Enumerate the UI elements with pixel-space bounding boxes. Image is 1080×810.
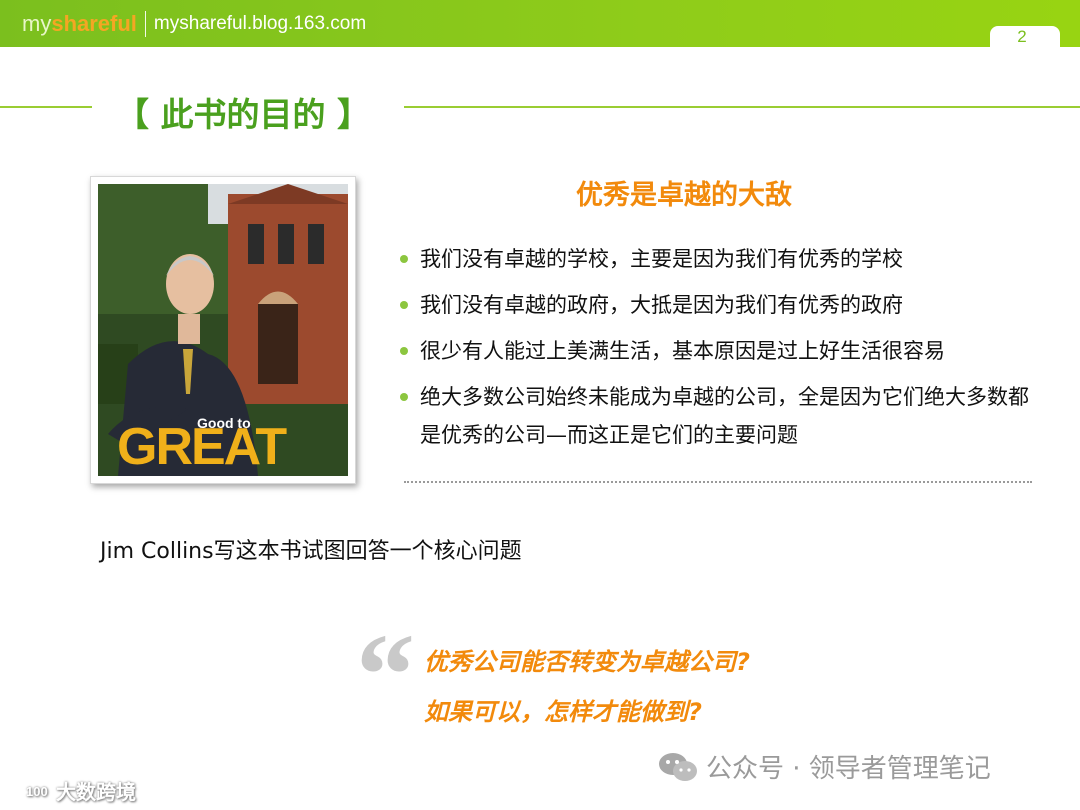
corner-watermark-text: 大数跨境 [56,780,136,804]
quote-line-1: 优秀公司能否转变为卓越公司? [424,648,750,676]
wechat-watermark-text: 公众号 · 领导者管理笔记 [706,754,991,784]
wechat-watermark: 公众号 · 领导者管理笔记 [658,748,991,785]
brand-my-text: my [22,11,52,36]
svg-text:100: 100 [26,784,48,799]
content-heading: 优秀是卓越的大敌 [576,180,792,211]
book-cover-image: Good to GREAT [90,176,356,484]
brand-divider [144,11,146,37]
corner-watermark: 100 大数跨境 [6,776,136,805]
dotted-divider [404,481,1032,483]
bullet-item: 我们没有卓越的学校，主要是因为我们有优秀的学校 [398,240,1038,278]
page-number: 2 [1017,27,1027,46]
wechat-icon [659,752,697,781]
brand-shareful-text: shareful [51,11,137,36]
logo-icon: 100 [6,781,48,800]
bullet-list: 我们没有卓越的学校，主要是因为我们有优秀的学校 我们没有卓越的政府，大抵是因为我… [398,240,1038,462]
bullet-item: 很少有人能过上美满生活，基本原因是过上好生活很容易 [398,332,1038,370]
bullet-item: 绝大多数公司始终未能成为卓越的公司，全是因为它们绝大多数都是优秀的公司—而这正是… [398,378,1038,454]
blog-url[interactable]: myshareful.blog.163.com [154,13,366,35]
brand-logo[interactable]: my shareful myshareful.blog.163.com [22,9,366,39]
header-bar: my shareful myshareful.blog.163.com [0,0,1080,47]
section-title: 【 此书的目的 】 [116,95,370,134]
cover-title: GREAT [117,418,287,476]
title-rule-right [404,106,1080,108]
question-intro: Jim Collins写这本书试图回答一个核心问题 [100,539,522,564]
quote-mark-icon: “ [356,609,415,740]
bullet-item: 我们没有卓越的政府，大抵是因为我们有优秀的政府 [398,286,1038,324]
quote-line-2: 如果可以，怎样才能做到? [424,698,702,726]
title-rule-left [0,106,92,108]
